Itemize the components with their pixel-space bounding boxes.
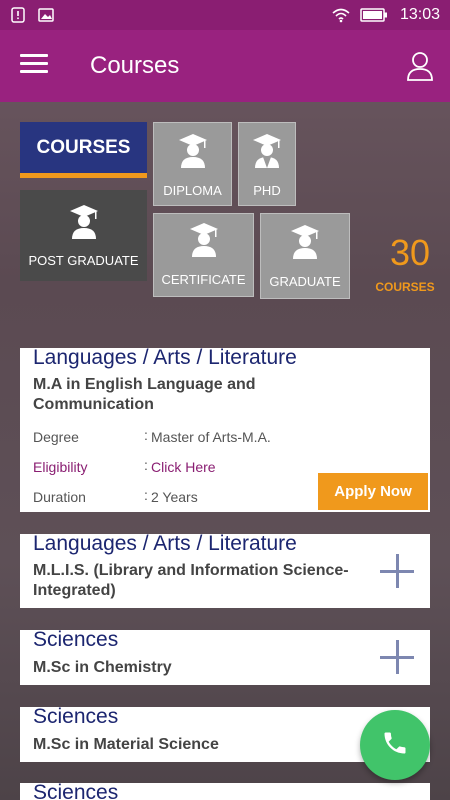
degree-label: Degree	[33, 429, 79, 445]
status-bar: 13:03	[0, 0, 450, 30]
plus-icon[interactable]	[380, 640, 416, 676]
phone-icon	[381, 729, 409, 762]
battery-icon	[360, 7, 388, 23]
course-category: Sciences	[33, 781, 119, 800]
tile-label: POST GRADUATE	[28, 253, 139, 268]
wifi-icon	[332, 7, 350, 23]
course-category: Sciences	[33, 705, 119, 728]
notification-alert-icon	[10, 7, 26, 23]
course-name: M.Sc in Material Science	[33, 736, 219, 753]
tile-label: CERTIFICATE	[161, 272, 246, 287]
course-category: Languages / Arts / Literature	[33, 346, 297, 369]
tile-label: DIPLOMA	[163, 183, 222, 198]
profile-icon[interactable]	[406, 50, 434, 82]
eligibility-link[interactable]: Click Here	[151, 459, 216, 475]
app-bar: Courses	[0, 30, 450, 102]
course-card[interactable]: Sciences M.Sc in Chemistry	[20, 628, 430, 685]
course-name: M.A in English Language and Communicatio…	[33, 376, 256, 413]
image-notification-icon	[38, 7, 54, 23]
page-title: Courses	[90, 52, 180, 79]
course-card-expanded[interactable]: Languages / Arts / Literature M.A in Eng…	[20, 346, 430, 512]
apply-now-button[interactable]: Apply Now	[318, 473, 428, 510]
degree-value: Master of Arts-M.A.	[151, 429, 271, 445]
plus-icon[interactable]	[380, 554, 416, 590]
duration-value: 2 Years	[151, 489, 198, 505]
graduation-cap-icon	[154, 222, 253, 258]
duration-colon: :	[144, 487, 148, 503]
duration-label: Duration	[33, 489, 86, 505]
tile-post-graduate[interactable]: POST GRADUATE	[20, 190, 147, 281]
degree-colon: :	[144, 427, 148, 443]
course-card[interactable]: Languages / Arts / Literature M.L.I.S. (…	[20, 532, 430, 608]
graduation-cap-icon	[20, 204, 147, 240]
eligibility-colon: :	[144, 457, 148, 473]
status-time: 13:03	[399, 6, 440, 23]
course-card[interactable]: Sciences	[20, 781, 430, 800]
course-name: M.Sc in Chemistry	[33, 659, 172, 676]
graduation-cap-icon	[261, 224, 349, 260]
graduation-cap-icon	[239, 133, 295, 169]
tile-graduate[interactable]: GRADUATE	[260, 213, 350, 299]
course-count-label: COURSES	[375, 280, 435, 294]
tile-certificate[interactable]: CERTIFICATE	[153, 213, 254, 297]
menu-icon[interactable]	[20, 54, 48, 76]
course-category: Languages / Arts / Literature	[33, 532, 297, 555]
tile-label: PHD	[253, 183, 281, 198]
tile-label: GRADUATE	[269, 274, 341, 289]
call-button[interactable]	[360, 710, 430, 780]
tab-courses[interactable]: COURSES	[20, 122, 147, 178]
course-category: Sciences	[33, 628, 119, 651]
eligibility-label: Eligibility	[33, 459, 88, 475]
course-count-number: 30	[389, 232, 431, 273]
graduation-cap-icon	[154, 133, 231, 169]
tile-diploma[interactable]: DIPLOMA	[153, 122, 232, 206]
tile-phd[interactable]: PHD	[238, 122, 296, 206]
course-name: M.L.I.S. (Library and Information Scienc…	[33, 562, 349, 599]
